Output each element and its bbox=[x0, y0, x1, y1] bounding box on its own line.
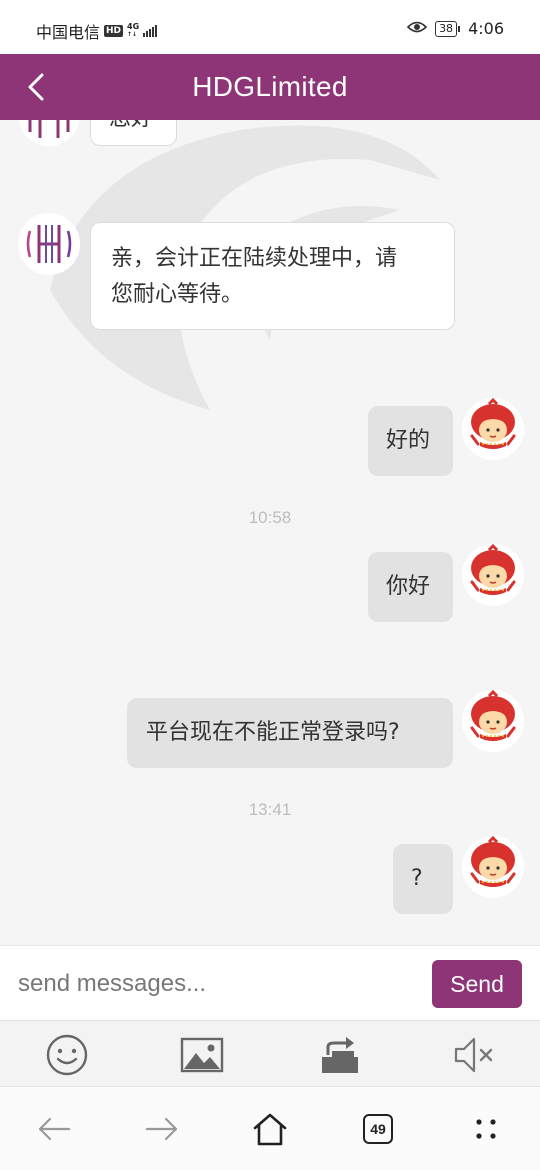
message-text: 你好 bbox=[386, 574, 431, 599]
signal-icon bbox=[143, 25, 158, 37]
message-text: 平台现在不能正常登录吗? bbox=[146, 720, 400, 745]
message-timestamp: 13:41 bbox=[248, 800, 292, 819]
user-avatar[interactable] bbox=[462, 690, 524, 752]
battery-icon: 38 bbox=[435, 20, 461, 37]
message-input[interactable] bbox=[18, 964, 408, 1004]
send-button[interactable]: Send bbox=[432, 960, 522, 1008]
nav-tabs-button[interactable]: 49 bbox=[358, 1109, 398, 1149]
nav-home-button[interactable] bbox=[250, 1109, 290, 1149]
share-button[interactable] bbox=[318, 1035, 362, 1075]
message-text-line: 您耐心等待。 bbox=[111, 282, 244, 307]
back-button[interactable] bbox=[18, 68, 54, 106]
clock: 4:06 bbox=[468, 19, 504, 38]
image-button[interactable] bbox=[180, 1035, 224, 1075]
chat-toolbar bbox=[0, 1020, 540, 1086]
page-title: HDGLimited bbox=[192, 71, 348, 102]
message-bubble-outgoing[interactable]: 好的 bbox=[368, 406, 453, 476]
message-text-line: 亲，会计正在陆续处理中，请 bbox=[111, 246, 398, 271]
message-text: 好的 bbox=[386, 428, 431, 453]
status-left: 中国电信 HD 4G ↑↓ bbox=[36, 19, 158, 43]
network-arrows: ↑↓ bbox=[127, 31, 138, 38]
status-right: 38 4:06 bbox=[406, 19, 504, 38]
user-avatar[interactable] bbox=[462, 544, 524, 606]
message-bubble-outgoing[interactable]: 你好 bbox=[368, 552, 453, 622]
eye-icon bbox=[406, 19, 428, 38]
nav-more-button[interactable] bbox=[466, 1109, 506, 1149]
message-bubble-outgoing[interactable]: 平台现在不能正常登录吗? bbox=[127, 698, 453, 768]
mute-button[interactable] bbox=[452, 1035, 496, 1075]
nav-forward-button[interactable] bbox=[142, 1109, 182, 1149]
user-avatar[interactable] bbox=[462, 836, 524, 898]
image-icon bbox=[180, 1037, 224, 1073]
agent-avatar[interactable] bbox=[18, 213, 80, 275]
emoji-button[interactable] bbox=[45, 1034, 89, 1076]
tab-count: 49 bbox=[363, 1114, 393, 1144]
message-bubble-outgoing[interactable]: ? bbox=[393, 844, 453, 914]
chat-messages[interactable]: 您好 亲，会计正在陆续处理中，请 您耐心等待。 好的 10:58 你好 平台现在… bbox=[0, 120, 540, 945]
carrier-name: 中国电信 bbox=[36, 23, 101, 42]
arrow-left-icon bbox=[38, 1117, 71, 1141]
browser-nav-bar: 49 bbox=[0, 1086, 540, 1170]
battery-level: 38 bbox=[435, 20, 458, 37]
mute-icon bbox=[454, 1037, 493, 1073]
message-text: ? bbox=[411, 866, 423, 891]
message-text: 您好 bbox=[109, 120, 153, 131]
status-bar: 中国电信 HD 4G ↑↓ 38 4:06 bbox=[0, 0, 540, 54]
network-type: 4G ↑↓ bbox=[127, 23, 139, 39]
chat-header: HDGLimited bbox=[0, 54, 540, 120]
emoji-icon bbox=[46, 1034, 88, 1076]
home-icon bbox=[253, 1113, 287, 1146]
hd-badge: HD bbox=[104, 25, 124, 37]
share-icon bbox=[322, 1037, 358, 1073]
arrow-right-icon bbox=[145, 1117, 178, 1141]
message-bubble-incoming[interactable]: 您好 bbox=[90, 120, 177, 146]
more-dots-icon bbox=[476, 1119, 496, 1139]
chevron-left-icon bbox=[28, 73, 44, 101]
user-avatar[interactable] bbox=[462, 398, 524, 460]
message-input-bar: Send bbox=[0, 945, 540, 1020]
network-type-label: 4G bbox=[127, 22, 140, 31]
message-timestamp: 10:58 bbox=[248, 508, 292, 527]
nav-back-button[interactable] bbox=[34, 1109, 74, 1149]
message-bubble-incoming[interactable]: 亲，会计正在陆续处理中，请 您耐心等待。 bbox=[90, 222, 455, 330]
